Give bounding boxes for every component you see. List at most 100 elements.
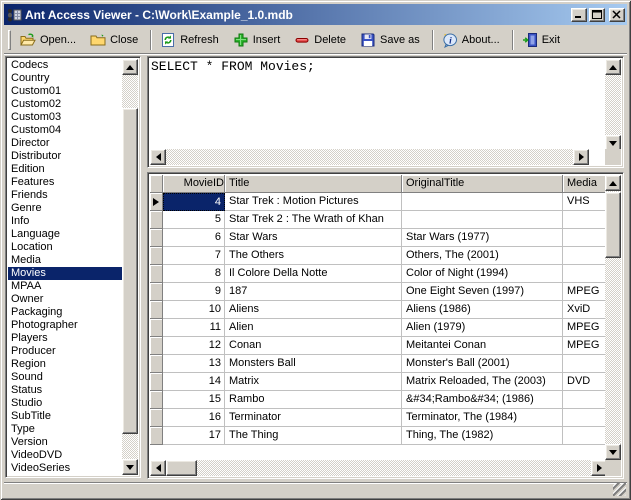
cell-movieid[interactable]: 10 [163, 301, 225, 319]
cell-movieid[interactable]: 14 [163, 373, 225, 391]
scrollbar-track[interactable] [166, 149, 573, 165]
cell-movieid[interactable]: 4 [163, 193, 225, 211]
cell-media[interactable]: MPEG [563, 337, 607, 355]
sidebar-item-videodvd[interactable]: VideoDVD [8, 449, 122, 462]
table-row[interactable]: 15 Rambo &#34;Rambo&#34; (1986) [150, 391, 607, 409]
table-row[interactable]: 17 The Thing Thing, The (1982) [150, 427, 607, 445]
column-header-media[interactable]: Media [563, 175, 607, 193]
row-selector[interactable] [150, 319, 163, 337]
sidebar-item-subtitle[interactable]: SubTitle [8, 410, 122, 423]
table-row[interactable]: 5 Star Trek 2 : The Wrath of Khan [150, 211, 607, 229]
sidebar-item-packaging[interactable]: Packaging [8, 306, 122, 319]
row-selector[interactable] [150, 427, 163, 445]
cell-originaltitle[interactable]: Alien (1979) [402, 319, 563, 337]
scroll-left-button[interactable] [150, 460, 166, 476]
cell-originaltitle[interactable]: Star Wars (1977) [402, 229, 563, 247]
scrollbar-thumb[interactable] [166, 460, 197, 476]
cell-title[interactable]: Star Wars [225, 229, 402, 247]
cell-originaltitle[interactable] [402, 211, 563, 229]
cell-originaltitle[interactable]: Terminator, The (1984) [402, 409, 563, 427]
sidebar-item-custom03[interactable]: Custom03 [8, 111, 122, 124]
scroll-right-button[interactable] [573, 149, 589, 165]
table-row[interactable]: 12 Conan Meitantei Conan MPEG [150, 337, 607, 355]
sidebar-item-mpaa[interactable]: MPAA [8, 280, 122, 293]
maximize-button[interactable] [589, 8, 605, 22]
cell-originaltitle[interactable]: &#34;Rambo&#34; (1986) [402, 391, 563, 409]
close-file-button[interactable]: Close [86, 28, 144, 52]
table-row[interactable]: 14 Matrix Matrix Reloaded, The (2003) DV… [150, 373, 607, 391]
sidebar-item-owner[interactable]: Owner [8, 293, 122, 306]
table-row[interactable]: 6 Star Wars Star Wars (1977) [150, 229, 607, 247]
sidebar-item-edition[interactable]: Edition [8, 163, 122, 176]
cell-movieid[interactable]: 11 [163, 319, 225, 337]
sidebar-item-version[interactable]: Version [8, 436, 122, 449]
sql-horizontal-scrollbar[interactable] [150, 149, 589, 165]
grid-vertical-scrollbar[interactable] [605, 175, 621, 460]
close-button[interactable] [609, 8, 625, 22]
cell-media[interactable] [563, 409, 607, 427]
row-selector[interactable] [150, 229, 163, 247]
row-selector[interactable] [150, 373, 163, 391]
cell-movieid[interactable]: 12 [163, 337, 225, 355]
cell-movieid[interactable]: 7 [163, 247, 225, 265]
cell-title[interactable]: Monsters Ball [225, 355, 402, 373]
table-row[interactable]: 7 The Others Others, The (2001) [150, 247, 607, 265]
sidebar-item-players[interactable]: Players [8, 332, 122, 345]
cell-media[interactable]: VHS [563, 193, 607, 211]
cell-originaltitle[interactable]: Meitantei Conan [402, 337, 563, 355]
cell-media[interactable] [563, 391, 607, 409]
refresh-button[interactable]: Refresh [156, 28, 225, 52]
toolbar-gripper[interactable] [8, 30, 11, 50]
exit-button[interactable]: Exit [518, 28, 566, 52]
cell-originaltitle[interactable]: One Eight Seven (1997) [402, 283, 563, 301]
sidebar-item-photographer[interactable]: Photographer [8, 319, 122, 332]
sidebar-item-distributor[interactable]: Distributor [8, 150, 122, 163]
column-header-originaltitle[interactable]: OriginalTitle [402, 175, 563, 193]
table-row[interactable]: 9 187 One Eight Seven (1997) MPEG [150, 283, 607, 301]
cell-movieid[interactable]: 9 [163, 283, 225, 301]
cell-title[interactable]: Terminator [225, 409, 402, 427]
sidebar-item-region[interactable]: Region [8, 358, 122, 371]
scrollbar-thumb[interactable] [605, 192, 621, 258]
sidebar-item-director[interactable]: Director [8, 137, 122, 150]
row-selector[interactable] [150, 355, 163, 373]
table-row[interactable]: 4 Star Trek : Motion Pictures VHS [150, 193, 607, 211]
sidebar-item-location[interactable]: Location [8, 241, 122, 254]
cell-title[interactable]: Star Trek : Motion Pictures [225, 193, 402, 211]
cell-title[interactable]: Aliens [225, 301, 402, 319]
cell-media[interactable] [563, 229, 607, 247]
scroll-up-button[interactable] [605, 59, 621, 75]
cell-title[interactable]: Il Colore Della Notte [225, 265, 402, 283]
cell-originaltitle[interactable]: Thing, The (1982) [402, 427, 563, 445]
sidebar-item-info[interactable]: Info [8, 215, 122, 228]
sidebar-item-type[interactable]: Type [8, 423, 122, 436]
row-selector[interactable] [150, 283, 163, 301]
cell-movieid[interactable]: 17 [163, 427, 225, 445]
scroll-down-button[interactable] [605, 444, 621, 460]
cell-originaltitle[interactable] [402, 193, 563, 211]
scrollbar-track[interactable] [166, 460, 591, 476]
cell-movieid[interactable]: 5 [163, 211, 225, 229]
sidebar-item-codecs[interactable]: Codecs [8, 59, 122, 72]
cell-media[interactable] [563, 247, 607, 265]
table-row[interactable]: 16 Terminator Terminator, The (1984) [150, 409, 607, 427]
cell-title[interactable]: The Thing [225, 427, 402, 445]
table-row[interactable]: 13 Monsters Ball Monster's Ball (2001) [150, 355, 607, 373]
scrollbar-thumb[interactable] [122, 108, 138, 434]
table-row[interactable]: 8 Il Colore Della Notte Color of Night (… [150, 265, 607, 283]
save-as-button[interactable]: Save as [356, 28, 426, 52]
sidebar-item-videoseries[interactable]: VideoSeries [8, 462, 122, 475]
cell-title[interactable]: The Others [225, 247, 402, 265]
row-selector[interactable] [150, 301, 163, 319]
grid-horizontal-scrollbar[interactable] [150, 460, 607, 476]
row-selector[interactable] [150, 193, 163, 211]
cell-title[interactable]: Conan [225, 337, 402, 355]
select-all-stub[interactable] [150, 175, 163, 193]
cell-media[interactable]: DVD [563, 373, 607, 391]
sidebar-item-country[interactable]: Country [8, 72, 122, 85]
scroll-up-button[interactable] [605, 175, 621, 191]
titlebar[interactable]: Ant Access Viewer - C:\Work\Example_1.0.… [4, 4, 627, 25]
cell-movieid[interactable]: 6 [163, 229, 225, 247]
cell-movieid[interactable]: 8 [163, 265, 225, 283]
row-selector[interactable] [150, 391, 163, 409]
